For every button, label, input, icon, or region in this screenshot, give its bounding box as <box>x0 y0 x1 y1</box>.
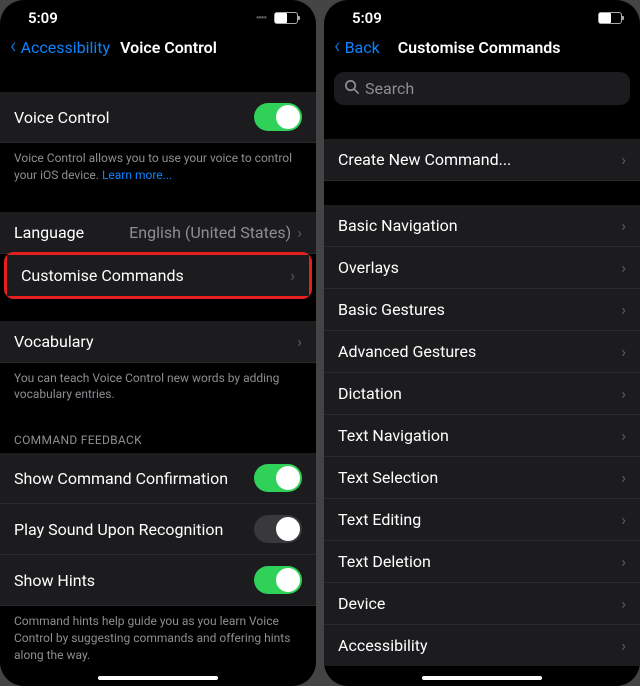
chevron-right-icon: › <box>621 384 626 403</box>
row-label: Text Deletion <box>338 552 621 571</box>
search-input[interactable] <box>365 79 620 98</box>
row-label: Show Hints <box>14 571 254 590</box>
category-row[interactable]: Text Editing› <box>324 499 640 541</box>
content-scroll[interactable]: Voice Control Voice Control allows you t… <box>0 68 316 686</box>
row-label: Basic Navigation <box>338 216 621 235</box>
row-label: Customise Commands <box>21 266 290 285</box>
row-label: Basic Gestures <box>338 300 621 319</box>
search-bar[interactable] <box>334 72 630 105</box>
customise-commands-row[interactable]: Customise Commands › <box>7 255 309 296</box>
chevron-right-icon: › <box>621 426 626 445</box>
category-row[interactable]: Text Navigation› <box>324 415 640 457</box>
categories-list: Basic Navigation›Overlays›Basic Gestures… <box>324 205 640 666</box>
category-row[interactable]: Text Selection› <box>324 457 640 499</box>
chevron-right-icon: › <box>621 150 626 169</box>
row-label: Text Selection <box>338 468 621 487</box>
chevron-right-icon: › <box>297 223 302 242</box>
row-label: Advanced Gestures <box>338 342 621 361</box>
category-row[interactable]: Basic Gestures› <box>324 289 640 331</box>
row-label: Text Navigation <box>338 426 621 445</box>
category-row[interactable]: Basic Navigation› <box>324 205 640 247</box>
content-scroll[interactable]: Create New Command... › Basic Navigation… <box>324 115 640 686</box>
nav-bar: ‹ Accessibility Voice Control <box>0 30 316 68</box>
customise-highlight: Customise Commands › <box>4 252 312 299</box>
row-label: Language <box>14 223 129 242</box>
hints-desc: Command hints help guide you as you lear… <box>0 606 316 677</box>
row-label: Text Editing <box>338 510 621 529</box>
chevron-right-icon: › <box>621 300 626 319</box>
confirmation-toggle[interactable] <box>254 464 302 492</box>
phone-left: 5:09 •••• ‹ Accessibility Voice Control … <box>0 0 316 686</box>
hints-row[interactable]: Show Hints <box>0 555 316 606</box>
battery-icon <box>274 12 298 24</box>
row-label: Accessibility <box>338 636 621 655</box>
learn-more-link[interactable]: Learn more... <box>102 168 172 182</box>
chevron-right-icon: › <box>621 594 626 613</box>
chevron-right-icon: › <box>621 216 626 235</box>
category-row[interactable]: Dictation› <box>324 373 640 415</box>
page-title: Voice Control <box>120 38 217 57</box>
row-label: Device <box>338 594 621 613</box>
category-row[interactable]: Device› <box>324 583 640 625</box>
hints-toggle[interactable] <box>254 566 302 594</box>
chevron-right-icon: › <box>621 510 626 529</box>
back-button[interactable]: Back <box>345 38 380 57</box>
status-right: •••• <box>256 12 298 24</box>
voice-control-desc: Voice Control allows you to use your voi… <box>0 143 316 198</box>
chevron-right-icon: › <box>297 332 302 351</box>
battery-icon <box>598 12 622 24</box>
chevron-right-icon: › <box>621 258 626 277</box>
back-chevron-icon[interactable]: ‹ <box>334 36 341 58</box>
signal-dots: •••• <box>256 13 266 24</box>
status-bar: 5:09 •••• <box>0 0 316 30</box>
feedback-header: COMMAND FEEDBACK <box>0 417 316 453</box>
chevron-right-icon: › <box>621 552 626 571</box>
row-label: Create New Command... <box>338 150 621 169</box>
back-button[interactable]: Accessibility <box>21 38 111 57</box>
language-row[interactable]: Language English (United States) › <box>0 212 316 254</box>
vocabulary-row[interactable]: Vocabulary › <box>0 321 316 363</box>
status-time: 5:09 <box>352 9 382 27</box>
nav-bar: ‹ Back Customise Commands <box>324 30 640 68</box>
chevron-right-icon: › <box>621 636 626 655</box>
sound-toggle[interactable] <box>254 515 302 543</box>
home-indicator[interactable] <box>98 676 218 680</box>
status-right <box>598 12 622 24</box>
voice-control-toggle-row[interactable]: Voice Control <box>0 92 316 143</box>
search-icon <box>344 79 359 98</box>
row-label: Vocabulary <box>14 332 297 351</box>
row-label: Overlays <box>338 258 621 277</box>
row-label: Dictation <box>338 384 621 403</box>
chevron-right-icon: › <box>621 342 626 361</box>
phone-right: 5:09 ‹ Back Customise Commands Create Ne… <box>324 0 640 686</box>
page-title: Customise Commands <box>390 38 630 57</box>
home-indicator[interactable] <box>422 676 542 680</box>
row-label: Voice Control <box>14 108 254 127</box>
confirmation-row[interactable]: Show Command Confirmation <box>0 453 316 504</box>
sound-row[interactable]: Play Sound Upon Recognition <box>0 504 316 555</box>
category-row[interactable]: Accessibility› <box>324 625 640 666</box>
status-bar: 5:09 <box>324 0 640 30</box>
category-row[interactable]: Overlays› <box>324 247 640 289</box>
create-command-row[interactable]: Create New Command... › <box>324 139 640 181</box>
row-label: Play Sound Upon Recognition <box>14 520 254 539</box>
row-label: Show Command Confirmation <box>14 469 254 488</box>
category-row[interactable]: Text Deletion› <box>324 541 640 583</box>
vocabulary-desc: You can teach Voice Control new words by… <box>0 363 316 418</box>
chevron-right-icon: › <box>621 468 626 487</box>
back-chevron-icon[interactable]: ‹ <box>10 36 17 58</box>
language-value: English (United States) <box>129 223 291 242</box>
voice-control-toggle[interactable] <box>254 103 302 131</box>
chevron-right-icon: › <box>290 266 295 285</box>
category-row[interactable]: Advanced Gestures› <box>324 331 640 373</box>
status-time: 5:09 <box>28 9 58 27</box>
